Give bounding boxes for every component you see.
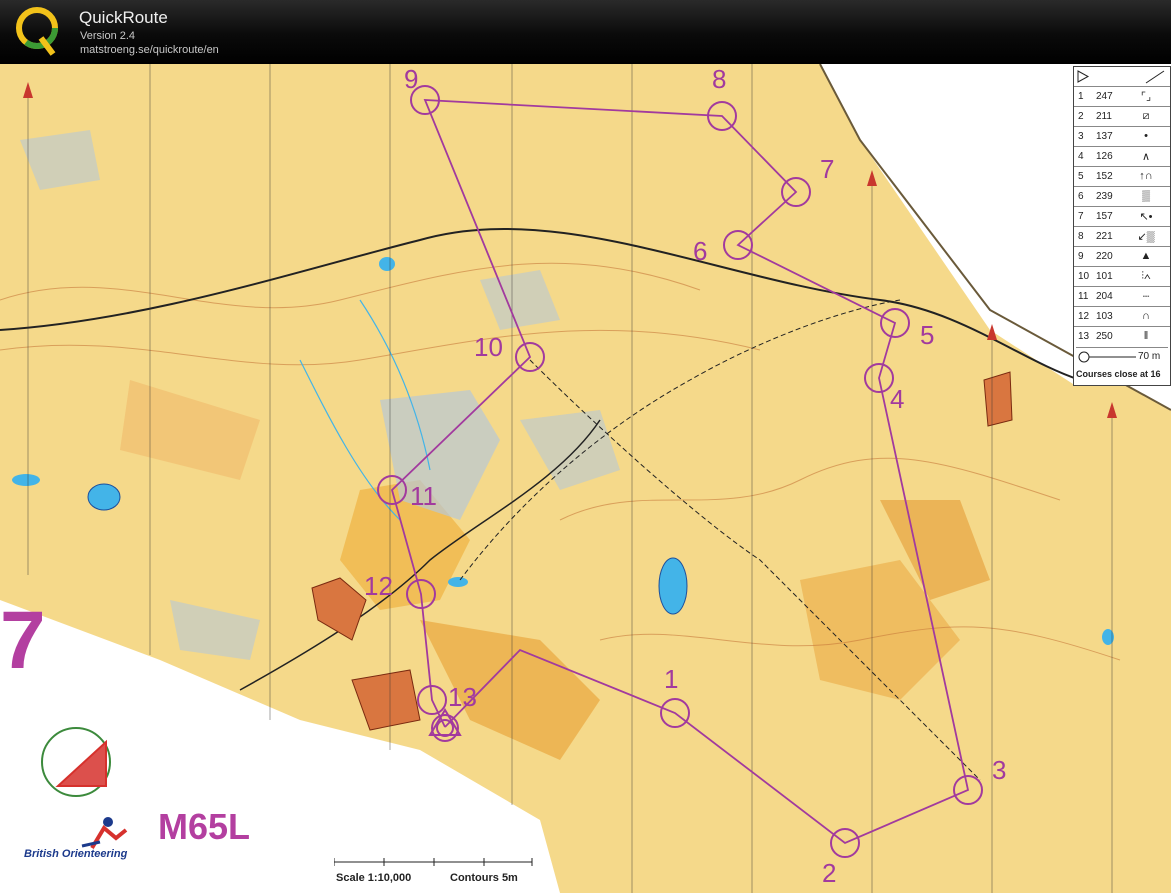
lake [448,577,468,587]
control-label-6: 6 [693,236,708,266]
lake [658,557,688,615]
out-of-bounds-area [983,371,1013,427]
legend-row: 10 101 ⫶∧ [1074,266,1170,286]
map-edge-digit: 7 [0,595,46,686]
legend-header [1074,67,1170,86]
legend-row: 7 157 ↖• [1074,206,1170,226]
control-label-8: 8 [712,64,727,94]
scale-bar [334,858,533,866]
app-url[interactable]: matstroeng.se/quickroute/en [80,44,219,56]
quickroute-logo-icon [16,7,58,56]
legend-row: 5 152 ↑∩ [1074,166,1170,186]
control-label-10: 10 [474,332,503,362]
lake [379,257,395,271]
legend-close-text: Courses close at 16 [1076,369,1161,379]
control-label-7: 7 [820,154,835,184]
control-label-11: 11 [410,481,437,511]
legend-row: 12 103 ∩ [1074,306,1170,326]
legend-row: 2 211 ⧄ [1074,106,1170,126]
legend-row: 4 126 ∧ [1074,146,1170,166]
lake [12,474,40,486]
contours-label: Contours 5m [450,872,518,884]
scale-label: Scale 1:10,000 [336,872,412,884]
british-orienteering-label: British Orienteering [24,848,128,860]
legend-row: 11 204 ┄ [1074,286,1170,306]
legend-row: 9 220 ▲ [1074,246,1170,266]
control-label-13: 13 [448,682,477,712]
control-label-2: 2 [822,858,837,888]
title-bar: QuickRoute Version 2.4 matstroeng.se/qui… [0,0,1171,64]
control-label-9: 9 [404,64,419,94]
control-label-5: 5 [920,320,935,350]
legend-row: 8 221 ↙▒ [1074,226,1170,246]
legend-row: 13 250 ‖ [1074,326,1170,346]
control-label-3: 3 [992,755,1007,785]
legend-header-icons [1077,70,1165,84]
control-label-1: 1 [664,664,679,694]
app-version: Version 2.4 [80,30,136,42]
club-logo-icon [41,727,111,797]
legend-row: 3 137 • [1074,126,1170,146]
app-title: QuickRoute [79,8,168,27]
lake [87,483,121,511]
legend-row: 6 239 ▒ [1074,186,1170,206]
course-class-name: M65L [158,806,251,847]
control-label-4: 4 [890,384,905,414]
control-descriptions: 1 247 ⌜⌟ 2 211 ⧄ 3 137 • 4 126 ∧ 5 152 ↑∩ 6 239 ▒ 71… [1073,66,1171,386]
legend-finish-distance: 70 m [1076,347,1168,366]
legend-row: 1 247 ⌜⌟ [1074,86,1170,106]
legend-scale-label: 70 m [1138,351,1161,362]
control-label-12: 12 [364,571,393,601]
